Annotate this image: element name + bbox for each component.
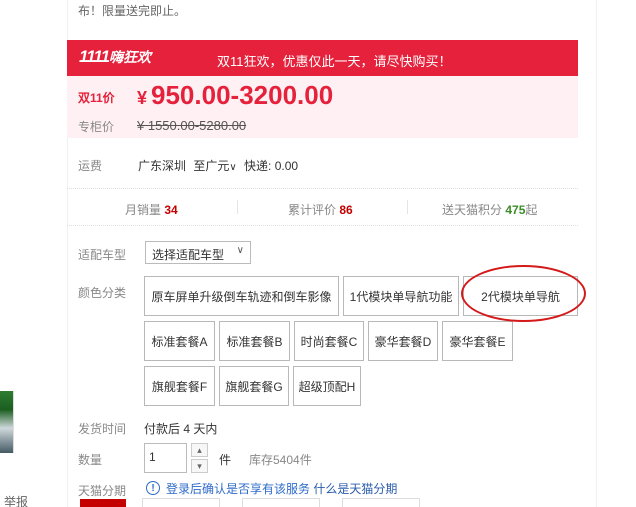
car-model-label: 适配车型 [78,248,127,262]
promo-banner: 1111嗨狂欢 双11狂欢，优惠仅此一天，请尽快购买！ [67,40,578,76]
info-icon: ! [146,481,160,495]
sku-option[interactable]: 标准套餐B [219,321,290,361]
shipping-method: 快递: 0.00 [244,159,299,173]
installment-option[interactable] [342,498,420,507]
top-note: 布！限量送完即止。 [78,4,187,18]
decrement-icon[interactable]: ▾ [191,459,208,473]
color-category-label: 颜色分类 [78,286,127,300]
shipping-info: 广东深圳 至广元∨ 快递: 0.00 [138,157,298,174]
sku-option[interactable]: 旗舰套餐F [144,366,215,406]
original-price-label: 专柜价 [78,120,115,134]
promo-text: 双11狂欢，优惠仅此一天，请尽快购买！ [217,54,452,69]
original-price: ¥ 1550.00-5280.00 [137,118,247,133]
login-link[interactable]: 登录后确认是否享有该服务 [166,482,310,496]
left-gallery-edge: 举报 [0,0,40,507]
shipping-origin: 广东深圳 [138,159,187,173]
car-model-select[interactable]: 选择适配车型 ∨ [145,241,251,264]
currency-symbol: ¥ [137,88,148,108]
delivery-value: 付款后 4 天内 [144,422,218,436]
shipping-label: 运费 [78,159,103,173]
quantity-input[interactable]: 1 [144,443,187,473]
chevron-down-icon: ∨ [236,245,244,256]
sku-option[interactable]: 豪华套餐D [368,321,438,361]
sku-option[interactable]: 标准套餐A [144,321,215,361]
divider [237,200,238,214]
price: ¥950.00-3200.00 [137,80,333,111]
sku-option[interactable]: 1代模块单导航功能 [343,276,459,316]
monthly-sales: 月销量 34 [125,203,178,217]
installment-info: 登录后确认是否享有该服务 什么是天猫分期 [166,480,397,497]
installment-option[interactable] [242,498,320,507]
installment-label: 天猫分期 [78,484,127,498]
chevron-down-icon: ∨ [229,162,237,173]
reviews-count[interactable]: 累计评价 86 [288,201,353,218]
installment-option[interactable] [142,498,220,507]
installment-help-link[interactable]: 什么是天猫分期 [313,482,397,496]
installment-badge [80,499,126,507]
report-link[interactable]: 举报 [4,493,28,507]
sku-option-selected[interactable]: 2代模块单导航 [463,276,578,316]
shipping-destination-select[interactable]: 至广元∨ [193,159,236,173]
product-thumbnail[interactable] [0,391,14,453]
double11-logo: 1111嗨狂欢 [79,47,152,66]
quantity-unit: 件 [219,453,232,467]
increment-icon[interactable]: ▴ [191,443,208,457]
sku-option[interactable]: 旗舰套餐G [219,366,289,406]
quantity-label: 数量 [78,453,103,467]
sku-option[interactable]: 时尚套餐C [294,321,364,361]
sku-option[interactable]: 豪华套餐E [442,321,513,361]
tmall-points: 送天猫积分 475起 [442,203,538,217]
promo-section: 1111嗨狂欢 双11狂欢，优惠仅此一天，请尽快购买！ 双11价 ¥950.00… [67,40,578,138]
delivery-label: 发货时间 [78,422,127,436]
sku-option[interactable]: 超级顶配H [293,366,361,406]
stats-bar: 月销量 34 累计评价 86 送天猫积分 475起 [67,188,578,226]
sku-option[interactable]: 原车屏单升级倒车轨迹和倒车影像 [144,276,339,316]
stock-count: 库存5404件 [249,453,312,467]
price-value: 950.00-3200.00 [151,80,334,110]
divider [407,200,408,214]
price-label: 双11价 [78,91,115,105]
